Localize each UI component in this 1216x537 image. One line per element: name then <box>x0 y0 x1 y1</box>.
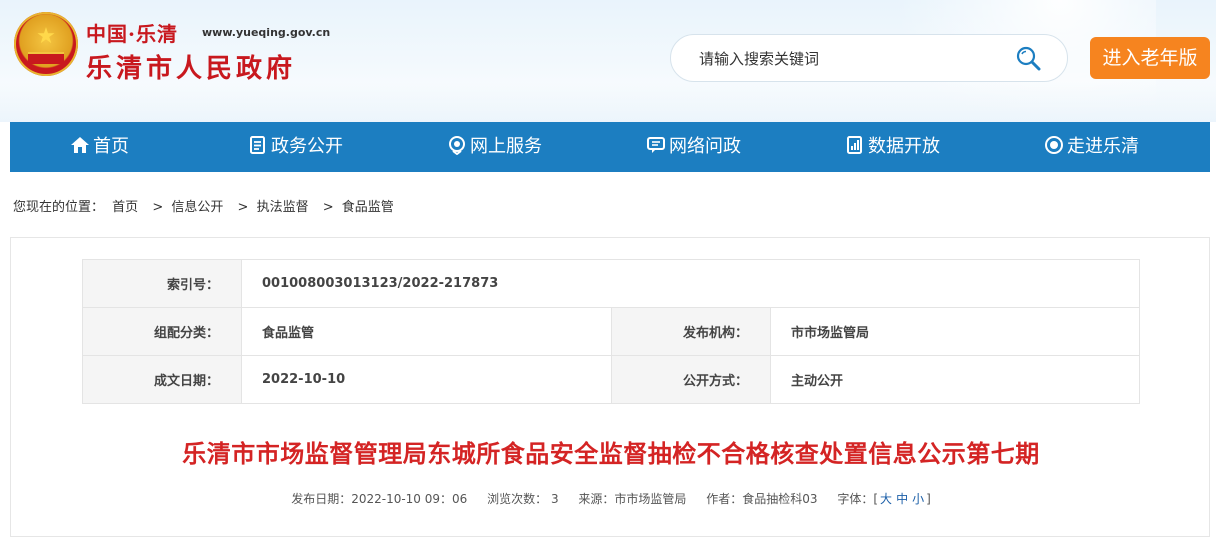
issuer-value: 市市场监管局 <box>770 307 1140 356</box>
eye-icon <box>1045 136 1063 154</box>
breadcrumb-prefix: 您现在的位置： <box>13 200 105 215</box>
article-title: 乐清市市场监督管理局东城所食品安全监督抽检不合格核查处置信息公示第七期 <box>182 440 1040 468</box>
breadcrumb-separator: > <box>322 200 334 215</box>
search-icon[interactable] <box>1015 45 1041 71</box>
category-value: 食品监管 <box>241 307 612 356</box>
nav-label: 走进乐清 <box>1067 136 1139 157</box>
national-emblem-icon: ★ <box>14 12 78 76</box>
nav-item-online-inquiry[interactable]: 网络问政 <box>646 122 741 172</box>
breadcrumb-separator: > <box>237 200 249 215</box>
elder-mode-button[interactable]: 进入老年版 <box>1090 37 1210 79</box>
data-icon <box>847 136 862 154</box>
nav-item-open-data[interactable]: 数据开放 <box>845 122 940 172</box>
font-medium-link[interactable]: 中 <box>896 492 908 506</box>
nav-label: 网上服务 <box>470 136 542 157</box>
font-size-label: 字体：[ <box>837 492 879 506</box>
breadcrumb: 您现在的位置： 首页 > 信息公开 > 执法监督 > 食品监管 <box>13 196 398 215</box>
document-icon <box>250 136 265 154</box>
brand-url: www.yueqing.gov.cn <box>202 26 331 39</box>
date-value: 2022-10-10 <box>241 355 612 404</box>
article-info-bar: 发布日期：2022-10-10 09：06 浏览次数： 3 来源：市市场监管局 … <box>11 490 1211 507</box>
nav-label: 首页 <box>93 136 129 157</box>
breadcrumb-separator: > <box>152 200 164 215</box>
index-label: 索引号： <box>82 259 242 308</box>
brand-top: 中国·乐清 <box>86 22 178 46</box>
font-size-end: ] <box>926 492 931 506</box>
issuer-label: 发布机构： <box>611 307 771 356</box>
view-count: 浏览次数： 3 <box>487 492 559 506</box>
index-value: 001008003013123/2022-217873 <box>241 259 1140 308</box>
mode-value: 主动公开 <box>770 355 1140 404</box>
site-logo-title[interactable]: 乐清市人民政府 <box>86 48 296 85</box>
date-label: 成文日期： <box>82 355 242 404</box>
font-size-control: 字体：[大中小] <box>837 492 930 506</box>
chat-icon <box>647 137 665 153</box>
header-skyline-decoration <box>0 82 1216 122</box>
nav-item-online-service[interactable]: 网上服务 <box>447 122 542 172</box>
table-row: 组配分类： 食品监管 发布机构： 市市场监管局 <box>82 307 1140 356</box>
article-source: 来源：市市场监管局 <box>578 492 687 506</box>
search-input[interactable] <box>697 35 1001 83</box>
mode-label: 公开方式： <box>611 355 771 404</box>
breadcrumb-item-food[interactable]: 食品监管 <box>342 200 394 215</box>
search-box <box>670 34 1068 83</box>
breadcrumb-item-info[interactable]: 信息公开 <box>171 200 223 215</box>
nav-label: 数据开放 <box>868 136 940 157</box>
nav-label: 网络问政 <box>669 136 741 157</box>
metadata-table: 索引号： 001008003013123/2022-217873 组配分类： 食… <box>82 259 1140 404</box>
breadcrumb-item-home[interactable]: 首页 <box>112 200 138 215</box>
nav-item-about-yueqing[interactable]: 走进乐清 <box>1044 122 1139 172</box>
nav-label: 政务公开 <box>271 136 343 157</box>
main-nav: 首页 政务公开 网上服务 网络问政 数据开放 走进乐清 <box>10 122 1210 172</box>
article-panel: 索引号： 001008003013123/2022-217873 组配分类： 食… <box>10 237 1210 537</box>
table-row: 成文日期： 2022-10-10 公开方式： 主动公开 <box>82 355 1140 404</box>
table-row: 索引号： 001008003013123/2022-217873 <box>82 259 1140 308</box>
home-icon <box>71 137 89 153</box>
site-header: ★ 中国·乐清 www.yueqing.gov.cn 乐清市人民政府 进入老年版 <box>0 0 1216 122</box>
breadcrumb-item-supervision[interactable]: 执法监督 <box>257 200 309 215</box>
nav-item-gov-affairs[interactable]: 政务公开 <box>248 122 343 172</box>
category-label: 组配分类： <box>82 307 242 356</box>
font-large-link[interactable]: 大 <box>880 492 892 506</box>
service-icon <box>449 136 465 156</box>
article-author: 作者：食品抽检科03 <box>706 492 818 506</box>
publish-date: 发布日期：2022-10-10 09：06 <box>291 492 468 506</box>
nav-item-home[interactable]: 首页 <box>70 122 129 172</box>
font-small-link[interactable]: 小 <box>912 492 924 506</box>
